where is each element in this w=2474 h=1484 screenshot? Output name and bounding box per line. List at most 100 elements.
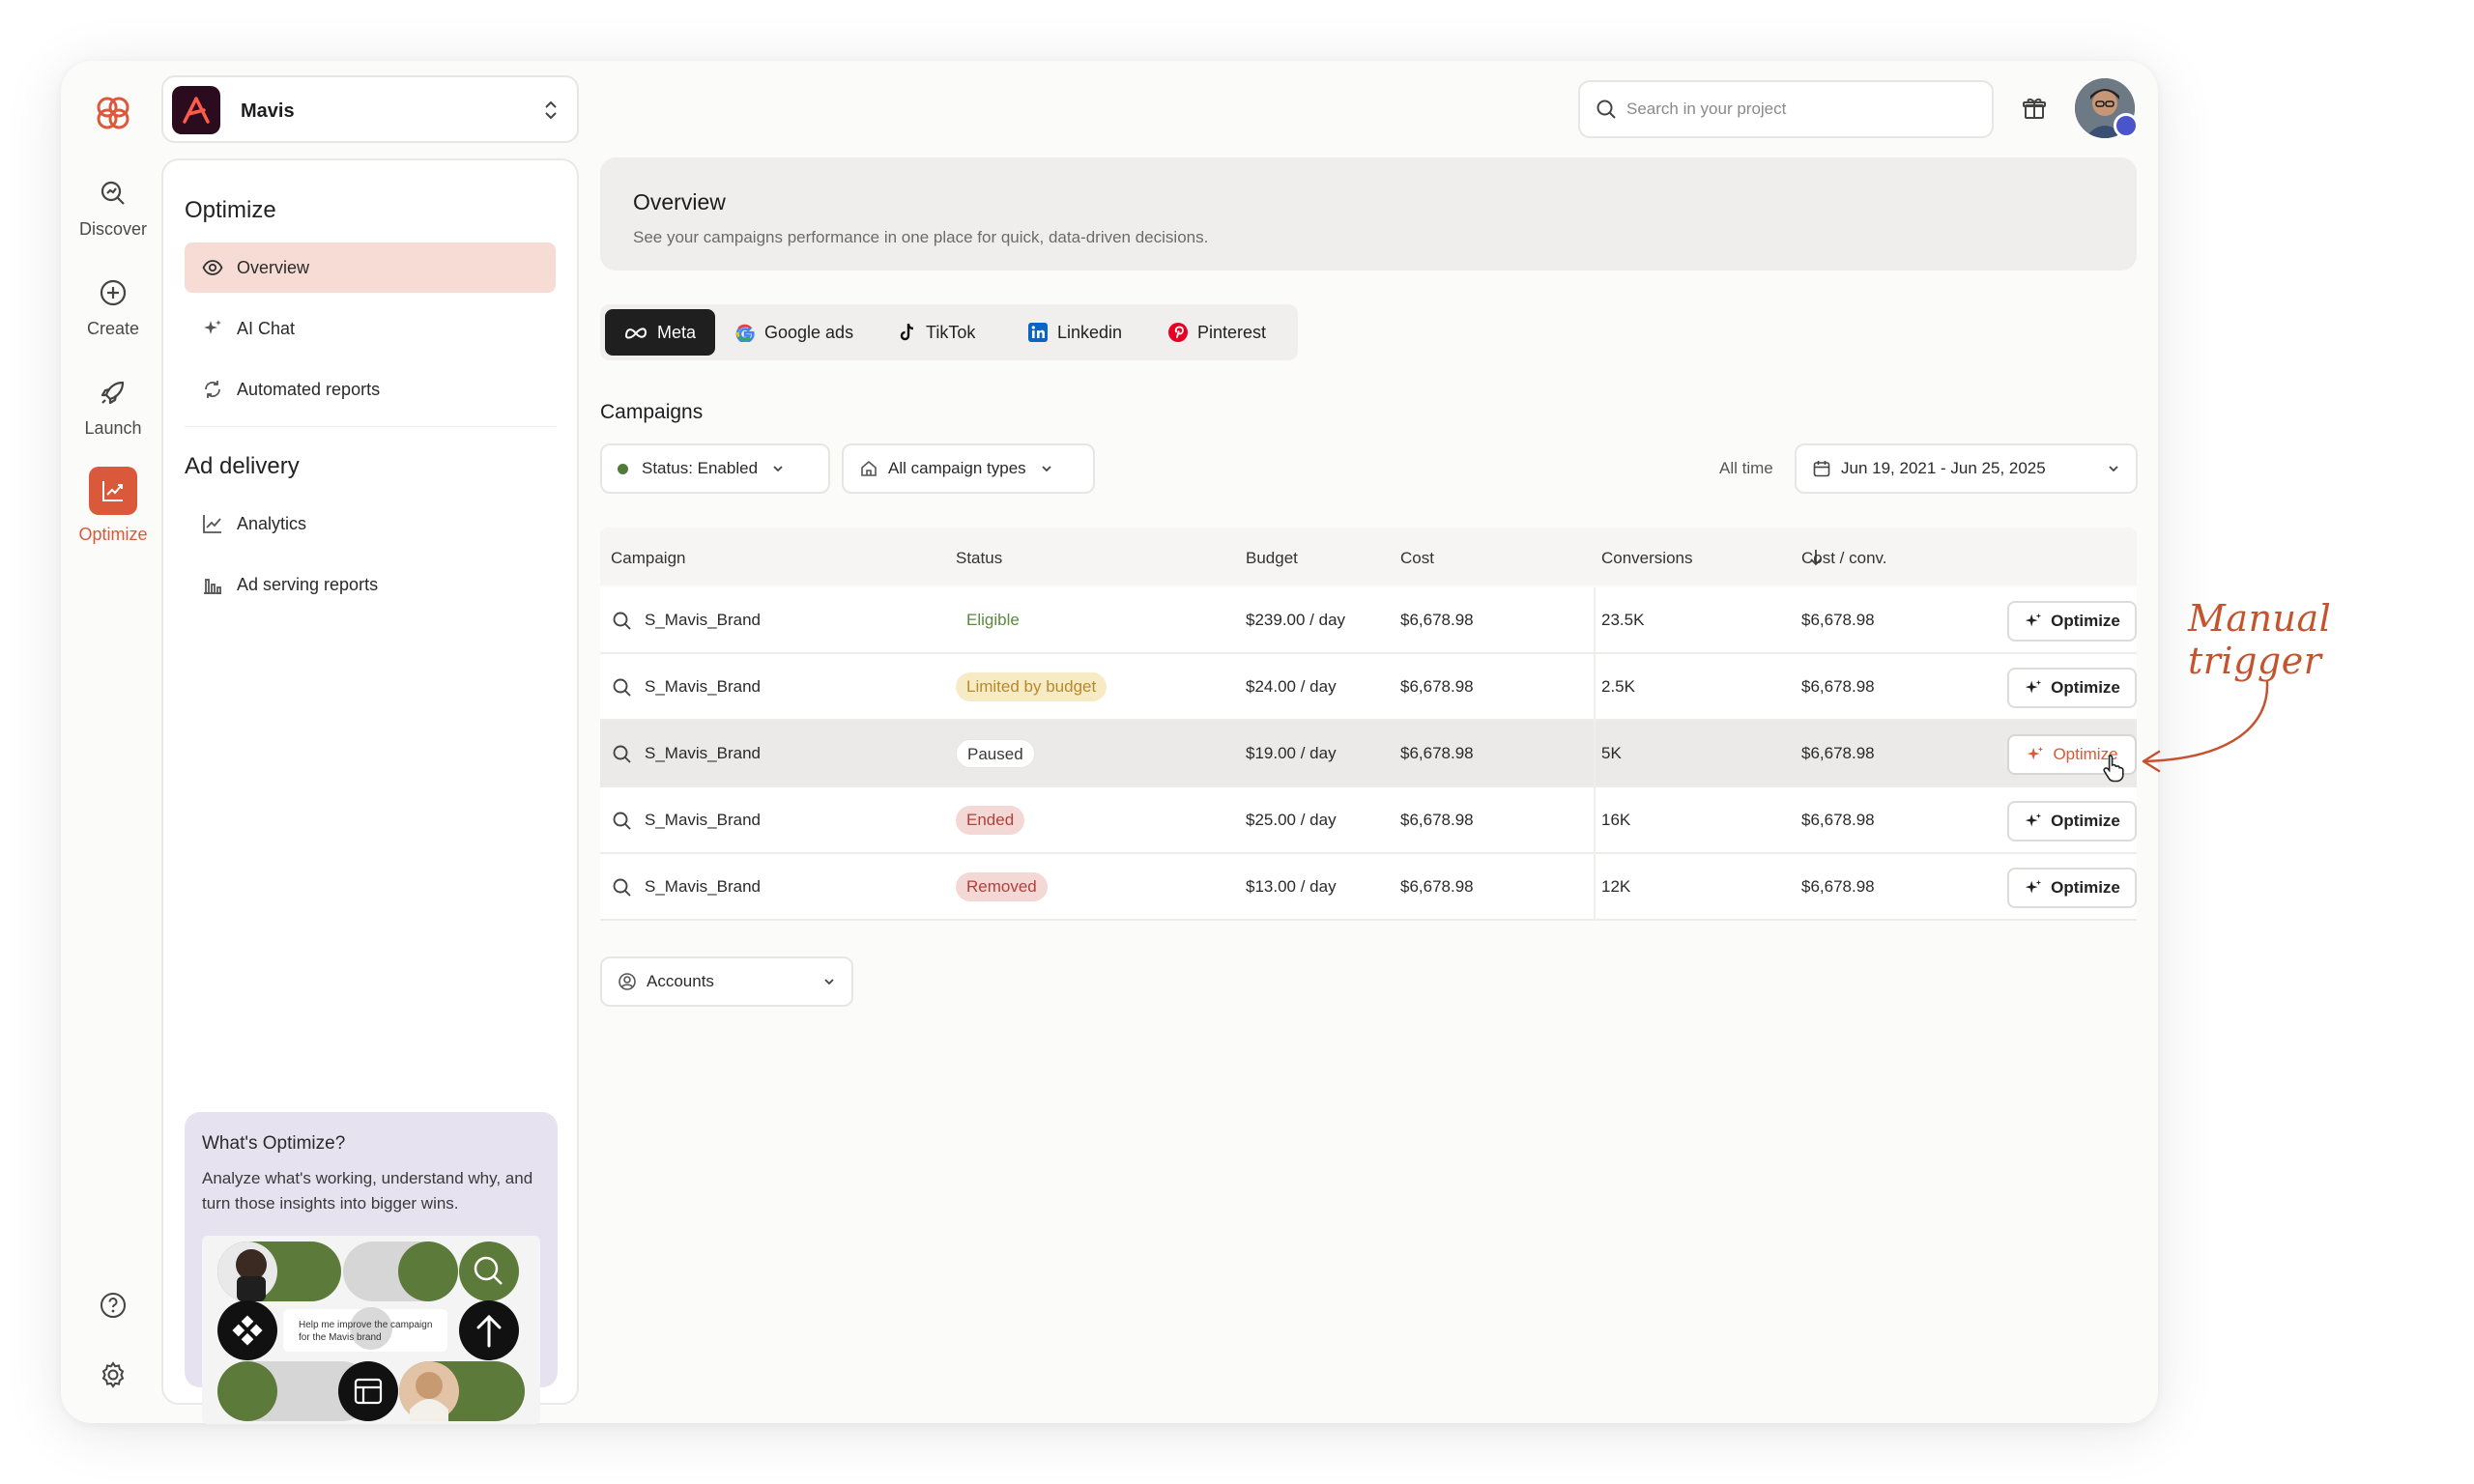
col-budget[interactable]: Budget [1246,549,1298,568]
rail-item-launch[interactable]: Launch [61,376,165,439]
rail-label-launch: Launch [84,418,142,438]
campaign-name[interactable]: S_Mavis_Brand [645,877,761,897]
accounts-dropdown[interactable]: Accounts [600,956,853,1007]
settings-icon[interactable] [98,1359,129,1390]
status-badge: Ended [956,806,1025,835]
tab-label-pinterest: Pinterest [1197,322,1267,342]
date-range-label: Jun 19, 2021 - Jun 25, 2025 [1841,459,2046,477]
pointer-cursor-icon [2103,755,2124,783]
campaign-name[interactable]: S_Mavis_Brand [645,744,761,763]
table-row[interactable]: S_Mavis_Brand Eligible $239.00 / day $6,… [600,587,2137,654]
tab-google-ads[interactable]: Google ads [716,309,873,356]
eye-icon [202,260,223,275]
tab-meta[interactable]: Meta [605,309,716,356]
sidebar-divider [185,426,556,427]
table-row[interactable]: S_Mavis_Brand Limited by budget $24.00 /… [600,654,2137,721]
search-icon [613,612,631,630]
chevron-updown-icon [545,100,557,120]
search-icon [613,678,631,697]
date-range-picker[interactable]: Jun 19, 2021 - Jun 25, 2025 [1795,443,2138,494]
rail-item-discover[interactable]: Discover [61,177,165,240]
search-input[interactable] [1626,96,1974,123]
sidebar-panel: Optimize Overview AI Chat Automated repo… [161,158,579,1424]
rail-item-optimize[interactable]: Optimize [61,467,165,545]
status-filter[interactable]: Status: Enabled [600,443,830,494]
tab-pinterest[interactable]: Pinterest [1149,309,1285,356]
col-status[interactable]: Status [956,549,1002,568]
col-cost-per-conv[interactable]: Cost / conv. [1801,549,1887,568]
search-icon [1597,100,1616,119]
col-campaign[interactable]: Campaign [611,549,686,568]
nav-item-ad-serving-reports[interactable]: Ad serving reports [185,559,556,610]
promo-illustration: Help me improve the campaign for the Mav… [202,1236,540,1424]
campaign-name[interactable]: S_Mavis_Brand [645,811,761,830]
tab-label-google-ads: Google ads [764,322,854,342]
tiktok-icon [900,323,914,341]
gift-icon[interactable] [2021,95,2048,122]
optimize-button[interactable]: Optimize [2007,868,2137,908]
optimize-button-label: Optimize [2051,612,2120,630]
nav-label-overview: Overview [237,257,310,277]
help-icon[interactable] [98,1290,129,1321]
col-cost[interactable]: Cost [1400,549,1434,568]
rail-label-create: Create [86,319,140,338]
budget-cell: $239.00 / day [1246,611,1346,629]
rail-item-create[interactable]: Create [61,276,165,339]
status-filter-label: Status: Enabled [642,459,759,477]
project-selector[interactable]: Mavis [161,75,579,143]
budget-cell: $25.00 / day [1246,811,1337,829]
accounts-label: Accounts [647,972,714,990]
meta-icon [624,328,647,339]
conversions-column-shade [1594,654,1596,721]
sparkle-icon [2025,613,2042,627]
status-badge: Removed [956,872,1048,901]
table-row[interactable]: S_Mavis_Brand Ended $25.00 / day $6,678.… [600,787,2137,854]
nav-label-ad-serving-reports: Ad serving reports [237,574,379,594]
optimize-button[interactable]: Optimize [2007,668,2137,708]
optimize-button-label: Optimize [2051,878,2120,897]
tab-linkedin[interactable]: Linkedin [1009,309,1141,356]
status-badge: Paused [956,739,1035,768]
search-box[interactable] [1578,80,1994,138]
budget-cell: $24.00 / day [1246,677,1337,696]
optimize-button[interactable]: Optimize [2007,601,2137,642]
nav-item-overview[interactable]: Overview [185,243,556,293]
bar-chart-icon [204,579,221,594]
nav-item-automated-reports[interactable]: Automated reports [185,364,556,414]
campaigns-table-header: Campaign Status Budget Cost Conversions … [600,528,2137,585]
google-icon [735,324,755,342]
brand-logo-icon[interactable] [90,90,136,136]
conversions-cell: 23.5K [1601,611,1645,629]
campaign-name[interactable]: S_Mavis_Brand [645,677,761,697]
sparkle-icon [2028,746,2044,760]
nav-item-analytics[interactable]: Analytics [185,499,556,549]
tab-tiktok[interactable]: TikTok [879,309,994,356]
project-name: Mavis [241,100,295,122]
cost-per-conv-cell: $6,678.98 [1801,877,1875,896]
nav-item-ai-chat[interactable]: AI Chat [185,303,556,354]
campaign-name[interactable]: S_Mavis_Brand [645,611,761,630]
optimize-button-label: Optimize [2051,678,2120,697]
chevron-down-icon [1042,466,1051,472]
table-row[interactable]: S_Mavis_Brand Removed $13.00 / day $6,67… [600,854,2137,921]
annotation-text: Manual trigger [2188,597,2332,682]
rail-label-discover: Discover [78,219,147,239]
plus-circle-icon [100,279,127,306]
table-row[interactable]: S_Mavis_Brand Paused $19.00 / day $6,678… [600,721,2137,787]
nav-label-ai-chat: AI Chat [237,318,296,338]
nav-label-automated-reports: Automated reports [237,379,381,399]
promo-card[interactable]: What's Optimize? Analyze what's working,… [185,1112,558,1424]
cost-cell: $6,678.98 [1400,744,1474,762]
optimize-button[interactable]: Optimize [2007,801,2137,842]
promo-title: What's Optimize? [202,1133,346,1154]
rail-label-optimize: Optimize [78,525,148,544]
automation-icon [205,381,220,398]
col-conversions[interactable]: Conversions [1601,549,1693,568]
page-title: Overview [633,189,726,214]
platform-tabs: Meta Google ads TikTok Linkedin Pinteres… [600,304,1298,360]
linkedin-icon [1028,323,1048,342]
campaigns-heading: Campaigns [600,401,704,423]
campaign-type-filter[interactable]: All campaign types [842,443,1095,494]
cost-per-conv-cell: $6,678.98 [1801,811,1875,829]
status-badge: Eligible [966,611,1020,629]
